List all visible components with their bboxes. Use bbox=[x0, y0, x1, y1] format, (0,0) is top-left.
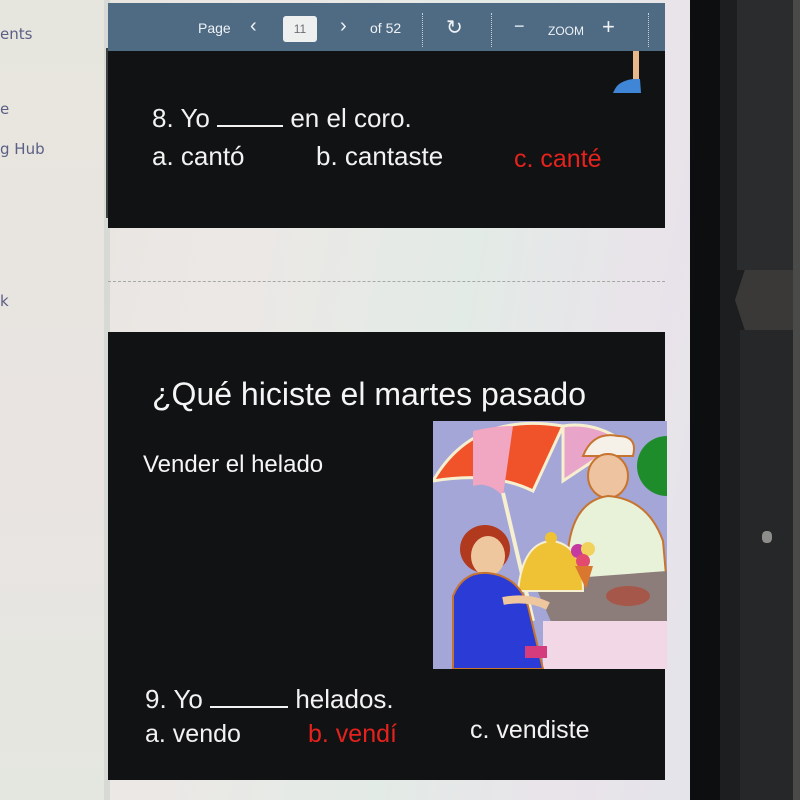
toolbar-divider bbox=[491, 13, 492, 47]
toolbar-divider bbox=[648, 13, 649, 47]
prev-page-icon[interactable]: ‹ bbox=[250, 15, 257, 38]
shoe-illustration bbox=[613, 51, 641, 93]
option-a: a. vendo bbox=[145, 720, 241, 748]
question-8-stem: 8. Yo en el coro. bbox=[152, 103, 412, 134]
sidebar-item-e[interactable]: e bbox=[0, 100, 9, 118]
page-separator bbox=[108, 281, 665, 282]
toolbar-divider bbox=[422, 13, 423, 47]
question-subject: Yo bbox=[173, 684, 203, 714]
monitor-side-notch bbox=[735, 270, 800, 330]
sidebar-item-hub[interactable]: g Hub bbox=[0, 140, 45, 158]
zoom-out-icon[interactable]: − bbox=[514, 16, 525, 37]
ice-cream-vendor-illustration bbox=[433, 421, 667, 669]
slide-title: ¿Qué hiciste el martes pasado bbox=[152, 376, 586, 412]
option-b: b. cantaste bbox=[316, 141, 444, 171]
monitor-indicator bbox=[762, 531, 772, 543]
page-number-input[interactable] bbox=[283, 16, 317, 42]
page-label: Page bbox=[198, 20, 231, 36]
slide-subtitle: Vender el helado bbox=[143, 451, 324, 478]
question-subject: Yo bbox=[180, 103, 210, 133]
next-page-icon[interactable]: › bbox=[340, 15, 347, 38]
sidebar-item-assignments[interactable]: ents bbox=[0, 25, 32, 43]
question-number: 9. bbox=[145, 684, 167, 714]
option-c: c. vendiste bbox=[470, 716, 590, 744]
zoom-in-icon[interactable]: + bbox=[602, 14, 615, 40]
option-b-correct: b. vendí bbox=[308, 720, 397, 748]
slide-page-12: ¿Qué hiciste el martes pasado Vender el … bbox=[108, 332, 667, 780]
monitor-frame-edge bbox=[793, 0, 800, 800]
rotate-icon[interactable]: ↻ bbox=[446, 15, 463, 40]
question-9-stem: 9. Yo helados. bbox=[145, 684, 394, 715]
question-rest: helados. bbox=[295, 684, 394, 714]
viewer-toolbar: Page ‹ › of 52 ↻ − ZOOM + bbox=[108, 3, 665, 51]
answer-blank bbox=[210, 706, 289, 708]
page-total: of 52 bbox=[370, 20, 402, 36]
monitor-side-panel bbox=[740, 330, 796, 800]
sidebar-item-k[interactable]: k bbox=[0, 292, 9, 310]
answer-blank bbox=[217, 125, 284, 127]
option-a: a. cantó bbox=[152, 141, 245, 171]
monitor-side-panel bbox=[737, 0, 793, 270]
sidebar: ents e g Hub k bbox=[0, 0, 104, 800]
question-number: 8. bbox=[152, 103, 174, 133]
question-rest: en el coro. bbox=[290, 103, 412, 133]
slide-page-11: 8. Yo en el coro. a. cantó b. cantaste c… bbox=[108, 51, 665, 228]
monitor-bezel-edge bbox=[690, 0, 720, 800]
zoom-label: ZOOM bbox=[548, 24, 584, 38]
option-c-correct: c. canté bbox=[514, 145, 602, 173]
